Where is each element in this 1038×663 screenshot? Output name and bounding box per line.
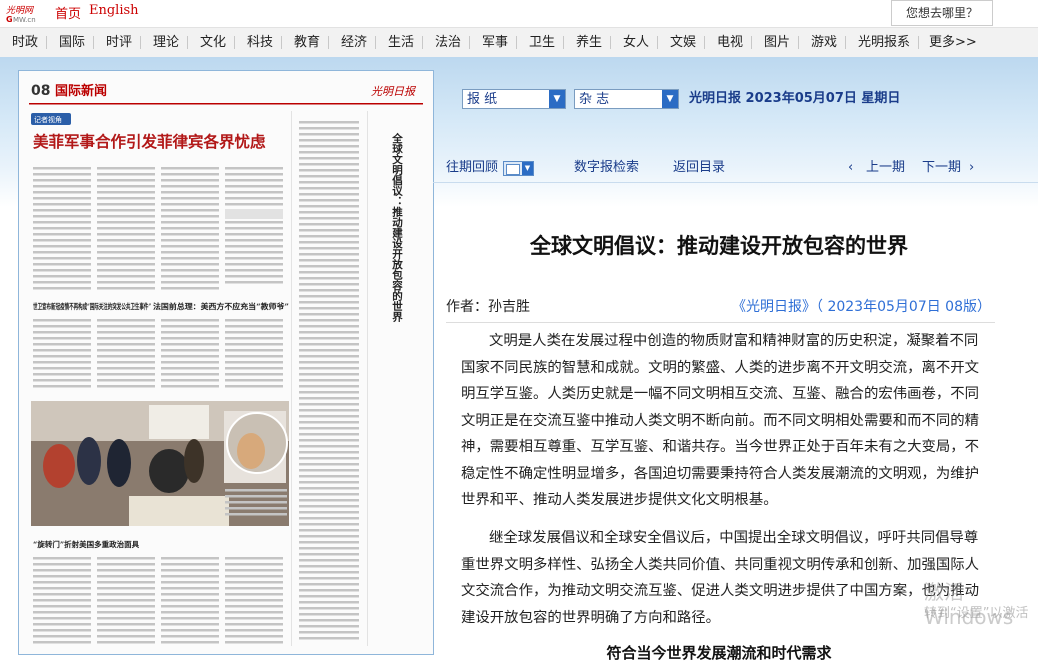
vertical-headline: 全球文明倡议：推动建设开放包容的世界 <box>391 132 403 323</box>
sub-headline-2: 法国前总理：美西方不应充当“教师爷” <box>153 301 289 311</box>
nav-divider <box>140 36 141 49</box>
sub-headline-3: “旋转门”折射美国多重政治面具 <box>33 539 140 549</box>
nav-item-yangsheng[interactable]: 养生 <box>576 28 602 57</box>
nav-item-tupian[interactable]: 图片 <box>764 28 790 57</box>
nav-item-junshi[interactable]: 军事 <box>482 28 508 57</box>
page-number: 08 <box>31 83 50 99</box>
main-nav: 时政 国际 时评 理论 文化 科技 教育 经济 生活 法治 军事 卫生 养生 女… <box>0 27 1038 58</box>
nav-divider <box>46 36 47 49</box>
tag-label: 记者视角 <box>34 115 62 124</box>
nav-item-jiaoyu[interactable]: 教育 <box>294 28 320 57</box>
nav-divider <box>234 36 235 49</box>
newspaper-select-value: 报 纸 <box>467 92 498 107</box>
newspaper-page-drawing: 08 国际新闻 光明日报 记者视角 美菲军事合作引发菲律宾各界忧虑 全球文明倡议… <box>19 71 433 654</box>
next-issue-link[interactable]: 下一期 <box>922 159 961 177</box>
search-dropdown[interactable]: 您想去哪里？ <box>891 0 993 26</box>
nav-item-shiping[interactable]: 时评 <box>106 28 132 57</box>
nav-divider <box>657 36 658 49</box>
nav-item-nvren[interactable]: 女人 <box>623 28 649 57</box>
issue-date: 光明日报 2023年05月07日 星期日 <box>689 91 901 106</box>
nav-divider <box>187 36 188 49</box>
byline-divider <box>446 322 995 323</box>
back-to-contents-link[interactable]: 返回目录 <box>673 159 725 177</box>
nav-item-wenhua[interactable]: 文化 <box>200 28 226 57</box>
nav-divider <box>469 36 470 49</box>
page-headline: 美菲军事合作引发菲律宾各界忧虑 <box>33 132 266 151</box>
home-link[interactable]: 首页 <box>55 3 81 22</box>
nav-item-weisheng[interactable]: 卫生 <box>529 28 555 57</box>
nav-divider <box>281 36 282 49</box>
svg-text:G: G <box>6 15 13 23</box>
masthead-logo: 光明日报 <box>371 85 417 98</box>
prev-issue-link[interactable]: 上一期 <box>866 159 905 177</box>
gmw-logo[interactable]: 光明网 G MW.cn <box>5 3 49 23</box>
newspaper-page-image[interactable]: 08 国际新闻 光明日报 记者视角 美菲军事合作引发菲律宾各界忧虑 全球文明倡议… <box>18 70 434 655</box>
section-name: 国际新闻 <box>55 83 107 99</box>
magazine-select-value: 杂 志 <box>579 92 610 107</box>
epaper-search-link[interactable]: 数字报检索 <box>574 159 639 177</box>
nav-divider <box>328 36 329 49</box>
top-bar: 光明网 G MW.cn 首页 English 您想去哪里？ <box>0 0 1038 26</box>
past-issues-link[interactable]: 往期回顾 <box>446 159 498 177</box>
nav-item-guoji[interactable]: 国际 <box>59 28 85 57</box>
sub-headline-1: 世卫宣布新冠疫情不再构成“国际关注的突发公共卫生事件” <box>33 301 151 311</box>
nav-item-lilun[interactable]: 理论 <box>153 28 179 57</box>
nav-divider <box>516 36 517 49</box>
nav-divider <box>751 36 752 49</box>
chevron-down-icon: ▼ <box>549 90 565 108</box>
nav-divider <box>563 36 564 49</box>
nav-item-shizheng[interactable]: 时政 <box>12 28 38 57</box>
nav-divider <box>610 36 611 49</box>
article-title: 全球文明倡议：推动建设开放包容的世界 <box>530 234 908 258</box>
chevron-down-icon: ▼ <box>662 90 678 108</box>
nav-item-baoxi[interactable]: 光明报系 <box>858 28 910 57</box>
english-link[interactable]: English <box>89 3 139 18</box>
svg-text:MW.cn: MW.cn <box>13 16 36 23</box>
nav-divider <box>422 36 423 49</box>
nav-item-keji[interactable]: 科技 <box>247 28 273 57</box>
svg-text:全球文明倡议：推动建设开放包容的世界: 全球文明倡议：推动建设开放包容的世界 <box>391 132 403 323</box>
nav-divider <box>704 36 705 49</box>
nav-item-dianshi[interactable]: 电视 <box>717 28 743 57</box>
newspaper-select[interactable]: 报 纸 ▼ <box>462 89 566 109</box>
nav-item-fazhi[interactable]: 法治 <box>435 28 461 57</box>
article-paragraph: 继全球发展倡议和全球安全倡议后，中国提出全球文明倡议，呼吁共同倡导尊重世界文明多… <box>461 530 980 626</box>
nav-item-youxi[interactable]: 游戏 <box>811 28 837 57</box>
nav-divider <box>798 36 799 49</box>
nav-item-wenyu[interactable]: 文娱 <box>670 28 696 57</box>
magazine-select[interactable]: 杂 志 ▼ <box>574 89 679 109</box>
nav-item-jingji[interactable]: 经济 <box>341 28 367 57</box>
nav-divider <box>375 36 376 49</box>
prev-arrow-icon[interactable]: ‹ <box>848 159 853 177</box>
activation-watermark-hint: 转到“设置”以激活 <box>924 606 1029 621</box>
toolbar-divider <box>433 182 1038 183</box>
nav-divider <box>918 36 919 49</box>
nav-divider <box>845 36 846 49</box>
article-author: 作者：孙吉胜 <box>446 299 530 315</box>
next-arrow-icon[interactable]: › <box>969 159 974 177</box>
nav-divider <box>93 36 94 49</box>
nav-item-more[interactable]: 更多>> <box>929 28 977 57</box>
article-source-link[interactable]: 《光明日报》（ 2023年05月07日 08版） <box>732 296 991 318</box>
article-paragraph: 文明是人类在发展过程中创造的物质财富和精神财富的历史积淀，凝聚着不同国家不同民族… <box>461 333 980 508</box>
nav-item-shenghuo[interactable]: 生活 <box>388 28 414 57</box>
calendar-icon[interactable]: ▼ <box>503 161 534 176</box>
